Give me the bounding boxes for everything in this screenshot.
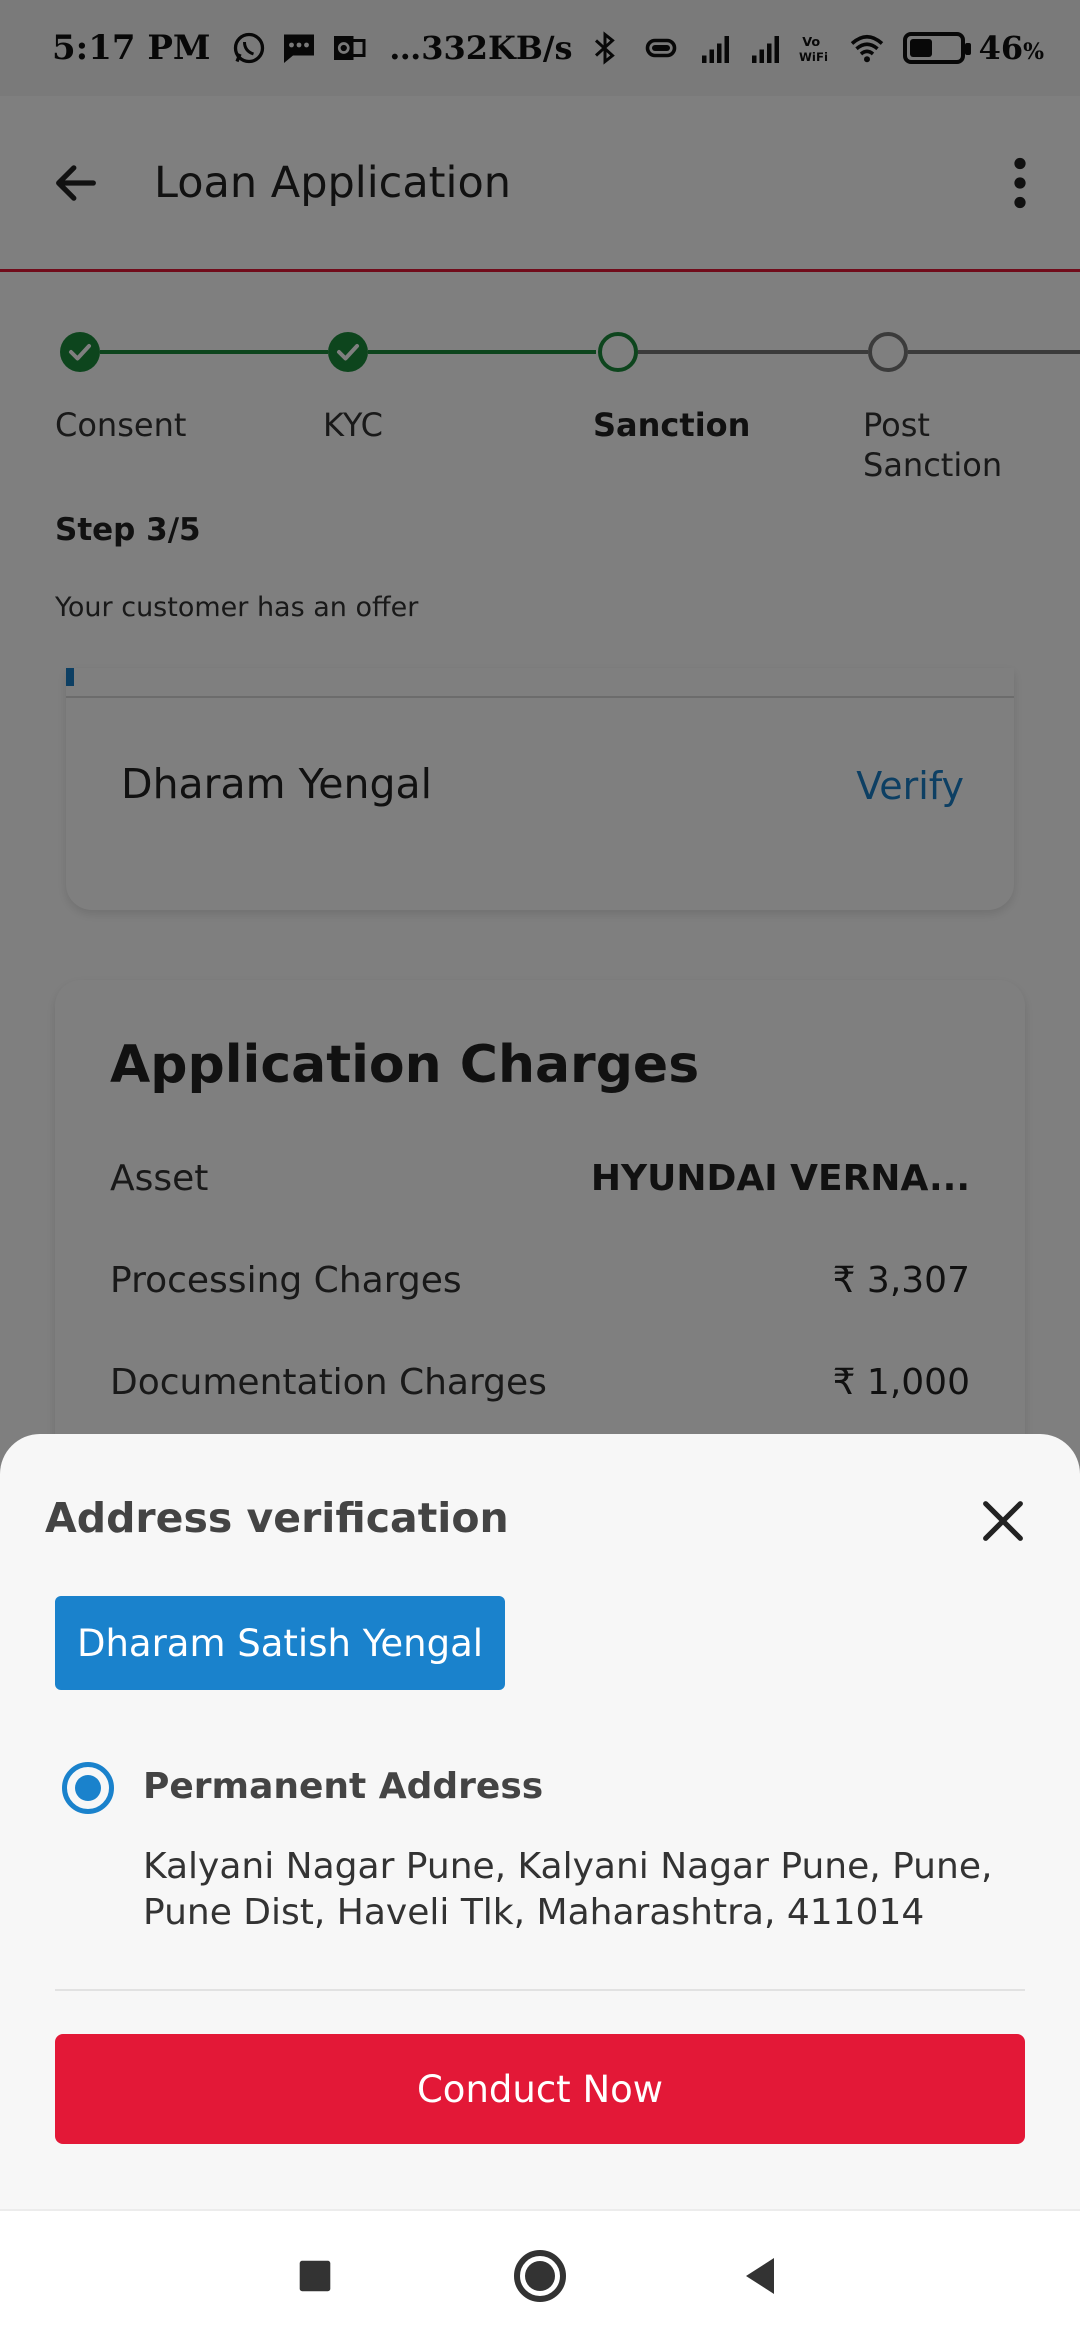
back-icon [746, 2258, 774, 2294]
permanent-address-radio[interactable] [62, 1762, 114, 1814]
conduct-now-button[interactable]: Conduct Now [55, 2034, 1025, 2144]
system-nav-bar [0, 2209, 1080, 2340]
close-button[interactable] [971, 1489, 1035, 1553]
home-button[interactable] [495, 2231, 585, 2321]
sheet-divider [55, 1989, 1025, 1991]
address-type-label[interactable]: Permanent Address [143, 1766, 543, 1807]
radio-selected-dot [75, 1775, 101, 1801]
close-icon [983, 1501, 1023, 1541]
address-verification-sheet: Address verification Dharam Satish Yenga… [0, 1434, 1080, 2209]
recents-icon [299, 2260, 331, 2292]
recents-button[interactable] [270, 2231, 360, 2321]
home-icon [514, 2250, 566, 2302]
sheet-title: Address verification [45, 1494, 509, 1542]
applicant-chip[interactable]: Dharam Satish Yengal [55, 1596, 505, 1690]
address-text: Kalyani Nagar Pune, Kalyani Nagar Pune, … [143, 1846, 993, 1934]
system-back-button[interactable] [715, 2231, 805, 2321]
